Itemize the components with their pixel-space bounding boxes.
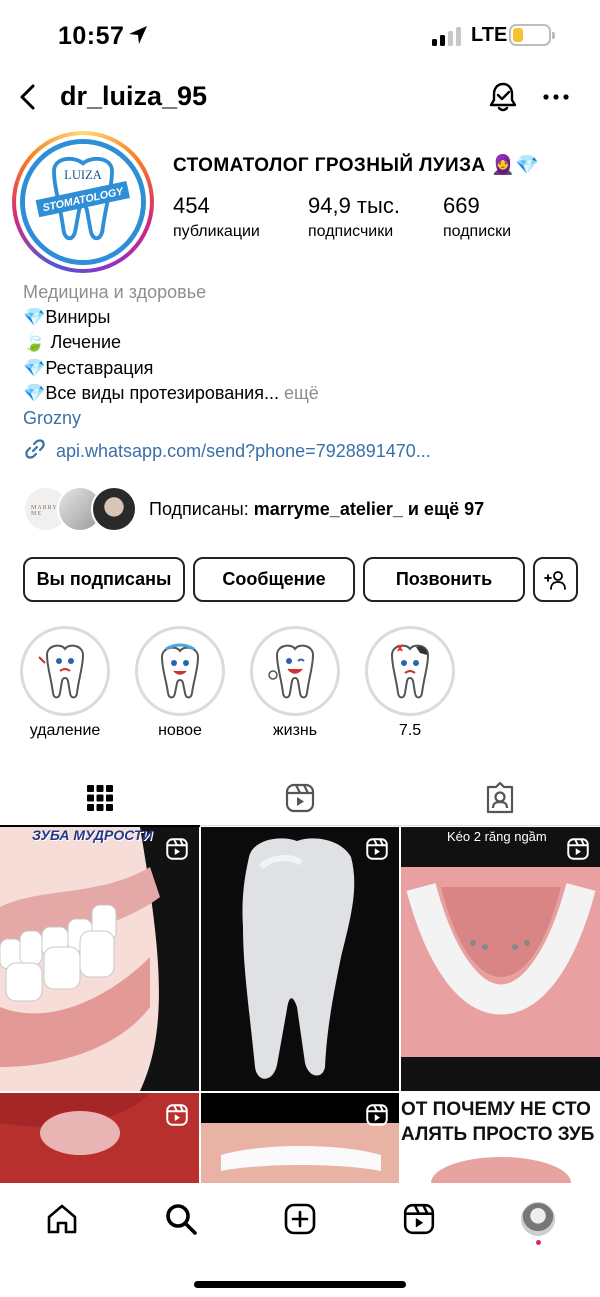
post-thumbnail[interactable]: Kéo 2 răng ngầm bbox=[401, 827, 600, 1091]
winking-tooth-icon bbox=[268, 644, 315, 699]
post-caption: АЛЯТЬ ПРОСТО ЗУБ bbox=[401, 1124, 595, 1145]
call-button[interactable]: Позвонить bbox=[363, 557, 525, 602]
profile-category: Медицина и здоровье bbox=[23, 282, 207, 302]
post-thumbnail[interactable] bbox=[201, 827, 399, 1091]
status-time: 10:57 bbox=[58, 22, 125, 50]
back-arrow-icon[interactable] bbox=[14, 82, 44, 112]
tab-reels[interactable] bbox=[200, 770, 400, 826]
stat-following-label: подписки bbox=[443, 223, 512, 240]
nav-create[interactable] bbox=[280, 1199, 320, 1239]
search-icon bbox=[166, 1204, 197, 1235]
post-caption: ОТ ПОЧЕМУ НЕ СТО bbox=[401, 1099, 591, 1120]
post-thumbnail[interactable]: ЗУБА МУДРОСТИ bbox=[0, 827, 199, 1091]
nav-home[interactable] bbox=[42, 1199, 82, 1239]
followed-by[interactable]: MARRY ME Подписаны: marryme_atelier_ и е… bbox=[23, 486, 484, 532]
profile-full-name: СТОМАТОЛОГ ГРОЗНЫЙ ЛУИЗА 🧕💎 bbox=[173, 155, 540, 176]
tooth-logo-icon: LUIZA STOMATOLOGY bbox=[25, 144, 141, 260]
reel-indicator-icon bbox=[165, 837, 189, 866]
teeth-illustration bbox=[0, 827, 199, 1091]
reel-indicator-icon bbox=[566, 837, 590, 866]
bio-line: 🍃 Лечение bbox=[23, 332, 122, 353]
nav-search[interactable] bbox=[161, 1199, 201, 1239]
gem-icon: 💎 bbox=[23, 382, 46, 403]
post-caption: Kéo 2 răng ngầm bbox=[447, 829, 547, 844]
home-icon bbox=[47, 1204, 77, 1234]
more-options-icon[interactable] bbox=[540, 81, 572, 113]
highlight-label: удаление bbox=[29, 722, 101, 739]
link-icon bbox=[23, 437, 47, 466]
message-button[interactable]: Сообщение bbox=[193, 557, 355, 602]
header-username: dr_luiza_95 bbox=[60, 81, 208, 111]
followed-by-user: marryme_atelier_ bbox=[253, 498, 403, 519]
stat-followers[interactable]: 94,9 тыс. подписчики bbox=[308, 193, 400, 241]
decay-tooth-icon bbox=[390, 644, 430, 699]
stat-following[interactable]: 669 подписки bbox=[443, 193, 511, 241]
happy-tooth-icon bbox=[160, 643, 200, 699]
stat-posts[interactable]: 454 публикации bbox=[173, 193, 260, 241]
signal-icon bbox=[432, 26, 461, 46]
highlight-item[interactable]: удаление bbox=[20, 626, 110, 740]
suggest-users-button[interactable] bbox=[533, 557, 578, 602]
nav-profile[interactable] bbox=[518, 1199, 558, 1239]
followed-by-text: Подписаны: marryme_atelier_ и ещё 97 bbox=[149, 498, 485, 519]
stat-posts-label: публикации bbox=[173, 223, 260, 240]
reels-icon bbox=[285, 783, 315, 813]
profile-bio: Медицина и здоровье 💎Виниры 🍃 Лечение 💎Р… bbox=[23, 280, 319, 431]
bottom-nav bbox=[0, 1183, 600, 1297]
posts-grid: ЗУБА МУДРОСТИ Kéo 2 răng ngầm ОТ ПОЧЕМУ … bbox=[0, 827, 600, 1183]
braces-illustration bbox=[401, 827, 600, 1091]
add-person-icon bbox=[543, 570, 566, 590]
highlight-label: жизнь bbox=[272, 722, 318, 739]
post-thumbnail[interactable] bbox=[0, 1093, 199, 1183]
profile-header: dr_luiza_95 bbox=[0, 72, 600, 124]
tagged-person-icon bbox=[486, 782, 514, 814]
tab-tagged[interactable] bbox=[400, 770, 600, 826]
bio-more-link[interactable]: ещё bbox=[284, 383, 319, 403]
highlight-label: новое bbox=[158, 722, 202, 739]
following-button[interactable]: Вы подписаны bbox=[23, 557, 185, 602]
profile-avatar[interactable]: LUIZA STOMATOLOGY bbox=[12, 131, 154, 273]
profile-tabs bbox=[0, 770, 600, 827]
highlight-item[interactable]: 7.5 bbox=[365, 626, 455, 740]
profile-link[interactable]: api.whatsapp.com/send?phone=7928891470..… bbox=[23, 437, 431, 466]
stat-posts-value: 454 bbox=[173, 193, 210, 218]
bio-line: 💎Все виды протезирования... ещё bbox=[23, 382, 319, 403]
profile-avatar-small bbox=[521, 1202, 555, 1236]
molar-tooth-illustration bbox=[201, 827, 399, 1091]
avatar-text-top: LUIZA bbox=[64, 168, 102, 182]
home-indicator bbox=[194, 1281, 406, 1288]
tab-posts[interactable] bbox=[0, 770, 200, 827]
stat-following-value: 669 bbox=[443, 193, 480, 218]
gem-icon: 💎 bbox=[23, 307, 46, 328]
highlight-item[interactable]: новое bbox=[135, 626, 225, 740]
highlight-label: 7.5 bbox=[398, 722, 422, 739]
mini-avatar bbox=[91, 486, 137, 532]
profile-location[interactable]: Grozny bbox=[23, 406, 319, 431]
notification-dot bbox=[536, 1240, 541, 1245]
bio-line: 💎Реставрация bbox=[23, 357, 154, 378]
reel-indicator-icon bbox=[165, 1103, 189, 1132]
stat-followers-label: подписчики bbox=[308, 223, 394, 240]
bio-line: 💎Виниры bbox=[23, 307, 111, 328]
stat-followers-value: 94,9 тыс. bbox=[308, 193, 400, 218]
post-thumbnail[interactable]: ОТ ПОЧЕМУ НЕ СТО АЛЯТЬ ПРОСТО ЗУБ bbox=[401, 1093, 600, 1183]
location-arrow-icon bbox=[127, 24, 149, 51]
reel-indicator-icon bbox=[365, 1103, 389, 1132]
network-type: LTE bbox=[471, 24, 508, 46]
leaf-icon: 🍃 bbox=[23, 332, 46, 353]
reels-icon bbox=[403, 1203, 435, 1235]
post-thumbnail[interactable] bbox=[201, 1093, 399, 1183]
profile-link-text: api.whatsapp.com/send?phone=7928891470..… bbox=[56, 441, 431, 461]
battery-icon bbox=[509, 24, 555, 46]
add-post-icon bbox=[284, 1203, 316, 1235]
gem-icon: 💎 bbox=[23, 357, 46, 378]
status-bar: 10:57 LTE bbox=[0, 0, 600, 72]
sad-tooth-icon bbox=[38, 644, 85, 699]
notification-bell-icon[interactable] bbox=[486, 80, 520, 114]
reel-indicator-icon bbox=[365, 837, 389, 866]
grid-icon bbox=[87, 785, 113, 811]
nav-reels[interactable] bbox=[399, 1199, 439, 1239]
post-caption: ЗУБА МУДРОСТИ bbox=[32, 827, 153, 843]
highlight-item[interactable]: жизнь bbox=[250, 626, 340, 740]
